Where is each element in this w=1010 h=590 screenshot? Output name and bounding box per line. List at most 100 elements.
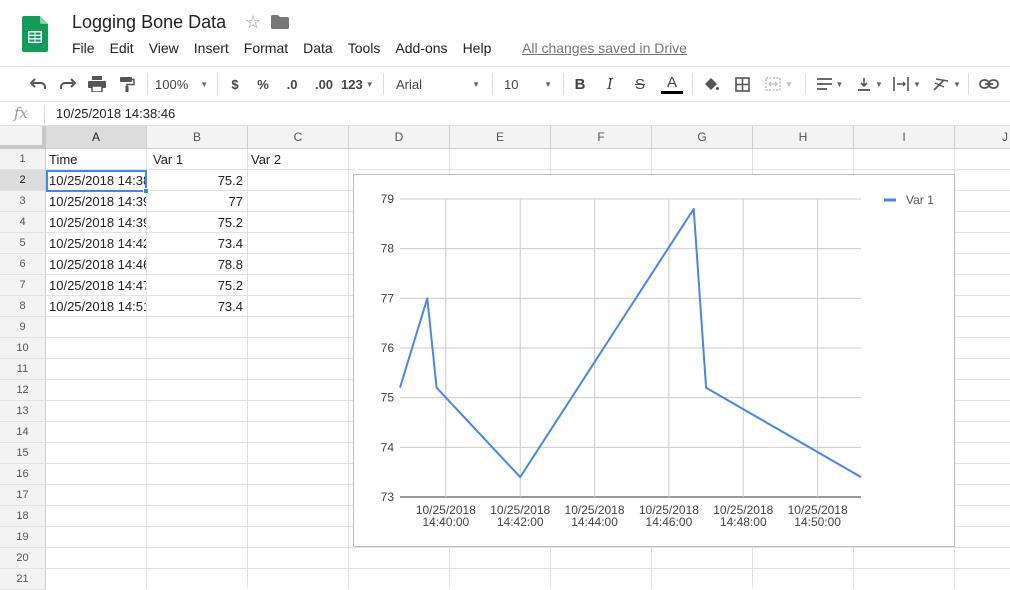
paint-format-button[interactable]: [115, 67, 139, 101]
sheets-logo-icon[interactable]: [22, 16, 48, 52]
percent-button[interactable]: %: [252, 67, 274, 101]
gridline: [247, 149, 248, 588]
italic-button[interactable]: I: [600, 67, 620, 101]
column-header-i[interactable]: I: [854, 126, 955, 149]
merge-cells-button[interactable]: ▼: [761, 67, 797, 101]
formula-input[interactable]: 10/25/2018 14:38:46: [56, 106, 175, 121]
cell-b1[interactable]: Var 1: [147, 149, 247, 170]
cell-var1[interactable]: 73.4: [147, 233, 247, 254]
row-header[interactable]: 15: [0, 443, 46, 464]
currency-button[interactable]: $: [224, 67, 246, 101]
row-header[interactable]: 11: [0, 359, 46, 380]
increase-decimal-button[interactable]: .00: [310, 67, 338, 101]
menu-edit[interactable]: Edit: [110, 40, 134, 58]
row-header[interactable]: 4: [0, 212, 46, 233]
row-header[interactable]: 1: [0, 149, 46, 170]
menu-addons[interactable]: Add-ons: [395, 40, 447, 58]
x-tick-label: 14:40:00: [422, 515, 469, 529]
insert-link-button[interactable]: [976, 67, 1002, 101]
save-status-link[interactable]: All changes saved in Drive: [522, 40, 687, 56]
row-header[interactable]: 17: [0, 485, 46, 506]
column-header-h[interactable]: H: [753, 126, 854, 149]
row-header[interactable]: 6: [0, 254, 46, 275]
y-tick-label: 76: [381, 341, 395, 355]
menu-tools[interactable]: Tools: [348, 40, 381, 58]
text-rotation-button[interactable]: ▼: [930, 67, 964, 101]
column-header-g[interactable]: G: [652, 126, 753, 149]
cell-time[interactable]: 10/25/2018 14:51: [46, 296, 146, 317]
row-header[interactable]: 18: [0, 506, 46, 527]
zoom-select[interactable]: 100% ▼: [155, 67, 211, 101]
cell-time[interactable]: 10/25/2018 14:39: [46, 212, 146, 233]
strikethrough-button[interactable]: S: [630, 67, 650, 101]
cell-c1[interactable]: Var 2: [248, 149, 348, 170]
legend-label: Var 1: [906, 193, 934, 207]
column-header-j[interactable]: J: [955, 126, 1010, 149]
menu-view[interactable]: View: [149, 40, 179, 58]
cell-time[interactable]: 10/25/2018 14:42: [46, 233, 146, 254]
cell-time[interactable]: 10/25/2018 14:39: [46, 191, 146, 212]
column-header-e[interactable]: E: [450, 126, 551, 149]
undo-button[interactable]: [26, 67, 50, 101]
horizontal-align-button[interactable]: ▼: [813, 67, 847, 101]
row-header[interactable]: 12: [0, 380, 46, 401]
fill-color-button[interactable]: [700, 67, 722, 101]
column-header-b[interactable]: B: [147, 126, 248, 149]
row-header[interactable]: 9: [0, 317, 46, 338]
borders-button[interactable]: [731, 67, 753, 101]
row-header[interactable]: 10: [0, 338, 46, 359]
row-header[interactable]: 13: [0, 401, 46, 422]
cell-var1[interactable]: 78.8: [147, 254, 247, 275]
row-header[interactable]: 21: [0, 569, 46, 590]
row-header[interactable]: 20: [0, 548, 46, 569]
cell-a1[interactable]: Time: [46, 149, 146, 170]
row-header[interactable]: 19: [0, 527, 46, 548]
document-title[interactable]: Logging Bone Data: [72, 12, 226, 33]
cell-time[interactable]: 10/25/2018 14:47: [46, 275, 146, 296]
menu-format[interactable]: Format: [244, 40, 288, 58]
embedded-chart[interactable]: 7374757677787910/25/201814:40:0010/25/20…: [353, 174, 955, 547]
more-formats-select[interactable]: 123 ▼: [341, 67, 377, 101]
cell-var1[interactable]: 77: [147, 191, 247, 212]
menu-file[interactable]: File: [72, 40, 95, 58]
font-select[interactable]: Arial ▼: [392, 67, 484, 101]
cell-var1[interactable]: 75.2: [147, 275, 247, 296]
row-header[interactable]: 8: [0, 296, 46, 317]
formula-bar: fx 10/25/2018 14:38:46: [0, 102, 1010, 126]
text-color-button[interactable]: A: [660, 67, 684, 101]
active-cell-selection[interactable]: [46, 170, 147, 192]
row-header[interactable]: 16: [0, 464, 46, 485]
redo-button[interactable]: [56, 67, 80, 101]
row-header[interactable]: 14: [0, 422, 46, 443]
align-bottom-icon: [857, 77, 871, 91]
row-header[interactable]: 2: [0, 170, 46, 191]
cell-time[interactable]: 10/25/2018 14:46: [46, 254, 146, 275]
toolbar-divider: [147, 73, 148, 95]
bold-button[interactable]: B: [570, 67, 590, 101]
select-all-corner[interactable]: [0, 126, 46, 149]
menu-data[interactable]: Data: [303, 40, 333, 58]
row-header[interactable]: 3: [0, 191, 46, 212]
folder-icon[interactable]: [271, 15, 289, 29]
column-header-f[interactable]: F: [551, 126, 652, 149]
column-header-a[interactable]: A: [46, 126, 147, 149]
row-header[interactable]: 5: [0, 233, 46, 254]
row-header[interactable]: 7: [0, 275, 46, 296]
vertical-align-button[interactable]: ▼: [853, 67, 887, 101]
cell-var1[interactable]: 75.2: [147, 212, 247, 233]
cell-var1[interactable]: 73.4: [147, 296, 247, 317]
text-color-swatch: [661, 91, 683, 94]
print-button[interactable]: [85, 67, 109, 101]
font-size-select[interactable]: 10 ▼: [500, 67, 556, 101]
text-wrapping-button[interactable]: ▼: [890, 67, 924, 101]
column-header-d[interactable]: D: [349, 126, 450, 149]
menu-help[interactable]: Help: [463, 40, 492, 58]
fill-handle[interactable]: [143, 188, 149, 194]
toolbar-divider: [217, 73, 218, 95]
column-header-c[interactable]: C: [248, 126, 349, 149]
cell-var1[interactable]: 75.2: [147, 170, 247, 191]
chevron-down-icon: ▼: [913, 80, 921, 89]
decrease-decimal-button[interactable]: .0: [280, 67, 304, 101]
menu-insert[interactable]: Insert: [194, 40, 229, 58]
star-icon[interactable]: ☆: [245, 12, 261, 33]
